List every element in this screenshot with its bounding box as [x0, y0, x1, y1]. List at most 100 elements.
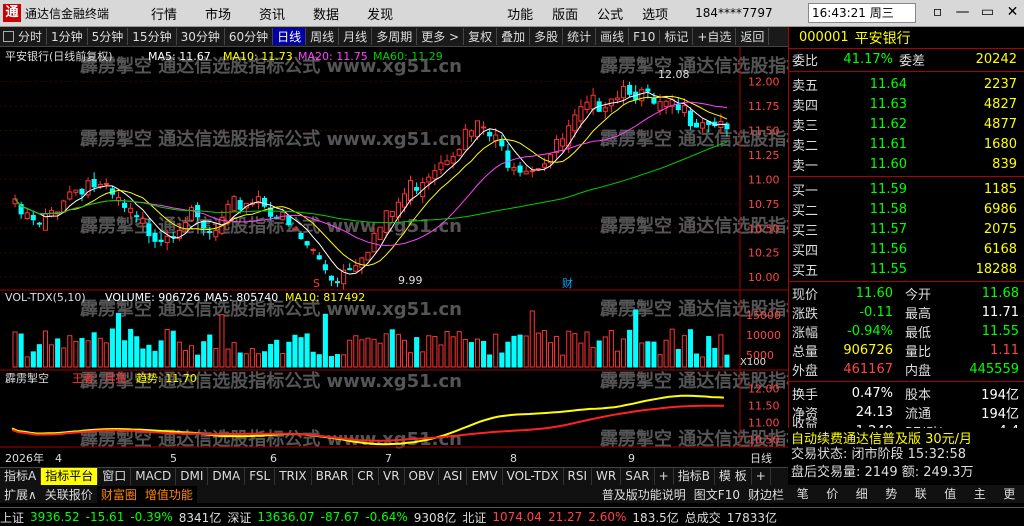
indicator-tab[interactable]: TRIX	[275, 468, 312, 485]
extension-right-item[interactable]: 财边栏	[744, 486, 788, 503]
volume-bar	[620, 338, 627, 368]
toolbar-item-11[interactable]: 复权	[464, 28, 498, 45]
subscription-ad[interactable]: 自动续费通达信普及版 30元/月	[788, 428, 1024, 447]
asks-volume: 4877	[983, 116, 1017, 132]
toolbar-item-13[interactable]: 多股	[530, 28, 564, 45]
volume-bar	[414, 337, 420, 368]
detail-tab[interactable]: 更	[1003, 485, 1015, 503]
candle-body	[389, 211, 395, 217]
toolbar-item-12[interactable]: 叠加	[497, 28, 531, 45]
extension-item[interactable]: 财富圈	[96, 485, 141, 503]
toolbar-item-14[interactable]: 统计	[563, 28, 597, 45]
stat-label: 涨跌	[792, 307, 819, 322]
menu-item-function[interactable]: 功能	[507, 4, 533, 23]
detail-tab[interactable]: 联	[915, 485, 927, 503]
indicator-tab[interactable]: SAR	[621, 468, 655, 485]
menu-item-market[interactable]: 市场	[205, 4, 231, 23]
close-icon[interactable]: ✕	[1000, 4, 1024, 20]
toolbar-item-10[interactable]: 更多 >	[417, 28, 465, 45]
period-toolbar: 分时 1分钟 5分钟 15分钟 30分钟 60分钟 日线 周线 月线 多周期 更多 > 复权 叠加 多股统…	[0, 27, 788, 47]
indicator-tab[interactable]: ASI	[439, 468, 468, 485]
detail-tab[interactable]: 主	[974, 485, 986, 503]
indicator-tab[interactable]: BRAR	[312, 468, 354, 485]
indicator-tab[interactable]: 指标平台	[41, 468, 99, 485]
indicator-tab[interactable]: DMA	[208, 468, 246, 485]
volume-bar	[347, 339, 353, 368]
indicator-tab[interactable]: RSI	[564, 468, 593, 485]
bids-row: 买五 11.55 18288	[789, 259, 1024, 279]
extension-right-item[interactable]: 普及版功能说明	[598, 486, 690, 503]
toolbar-item-18[interactable]: +自选	[693, 28, 737, 45]
menu-item-quotes[interactable]: 行情	[151, 4, 177, 23]
detail-tab[interactable]: 势	[885, 485, 897, 503]
volume-bar	[554, 335, 560, 368]
event-marker[interactable]: S	[313, 277, 320, 290]
stat-row: 涨跌 -0.11 最高 11.71	[789, 303, 1024, 322]
volume-tick: 15000	[746, 309, 781, 322]
indicator-tab[interactable]: 模 板	[715, 468, 752, 485]
indicator-tab[interactable]: +	[655, 468, 674, 485]
menu-item-data[interactable]: 数据	[313, 4, 339, 23]
finance-marker[interactable]: 财	[562, 276, 573, 290]
extension-item[interactable]: 增值功能	[140, 485, 197, 503]
extension-right-item[interactable]: 图文F10	[690, 486, 744, 503]
indicator-tab[interactable]: EMV	[467, 468, 503, 485]
ma-label: MA5: 11.67	[148, 50, 211, 63]
toolbar-item-0[interactable]: 分时	[14, 28, 48, 45]
indicator-tab[interactable]: WR	[592, 468, 622, 485]
indicator-tab[interactable]: +	[752, 468, 771, 485]
toolbar-item-2[interactable]: 5分钟	[88, 28, 129, 45]
toolbar-item-9[interactable]: 多周期	[372, 28, 418, 45]
toolbar-item-8[interactable]: 月线	[339, 28, 373, 45]
detail-tab[interactable]: 值	[944, 485, 956, 503]
maximize-icon[interactable]: ▭	[975, 4, 1000, 20]
indicator-tab[interactable]: DMI	[176, 468, 209, 485]
indicator-tab[interactable]: VOL-TDX	[503, 468, 564, 485]
extension-item[interactable]: 关联报价	[41, 486, 97, 503]
candle-body	[298, 232, 304, 240]
menu-item-layout[interactable]: 版面	[552, 4, 578, 23]
candle-body	[456, 148, 462, 156]
minimize-icon[interactable]: —	[950, 4, 975, 20]
toolbar-item-1[interactable]: 1分钟	[47, 28, 88, 45]
chart-area[interactable]: 霹雳掣空 通达信选股指标公式 www.xg51.cn 霹雳掣空 通达信选股指标公式…	[0, 47, 788, 467]
detail-tab[interactable]: 价	[826, 485, 838, 503]
bids-row: 买三 11.57 2075	[789, 219, 1024, 239]
restore-icon[interactable]: ▫	[925, 4, 950, 20]
detail-tab[interactable]: 笔	[797, 485, 809, 503]
indicator-tab[interactable]: CR	[353, 468, 379, 485]
extension-item[interactable]: 扩展∧	[0, 486, 41, 503]
toolbar-item-3[interactable]: 15分钟	[128, 28, 177, 45]
high-label: 12.08	[658, 68, 690, 81]
toolbar-item-5[interactable]: 60分钟	[225, 28, 274, 45]
volume-bar	[231, 342, 237, 368]
candle-body	[663, 100, 669, 108]
toolbar-item-4[interactable]: 30分钟	[177, 28, 225, 45]
volume-bar	[450, 336, 456, 368]
menu-item-news[interactable]: 资讯	[259, 4, 285, 23]
volume-bar	[547, 342, 554, 368]
indicator-tab[interactable]: VR	[379, 468, 405, 485]
user-id[interactable]: 184****7797	[695, 6, 772, 20]
menu-item-discover[interactable]: 发现	[367, 4, 393, 23]
toolbar-item-19[interactable]: 返回	[736, 28, 770, 45]
indicator-tab[interactable]: 窗口	[98, 468, 132, 485]
indicator-tab[interactable]: FSL	[245, 468, 276, 485]
stat-label: 今开	[905, 288, 932, 303]
toolbar-item-15[interactable]: 画线	[596, 28, 630, 45]
menu-item-formula[interactable]: 公式	[597, 4, 623, 23]
toolbar-checkbox[interactable]	[3, 31, 14, 42]
toolbar-item-16[interactable]: F10	[629, 29, 661, 44]
stat-label: 涨幅	[792, 326, 819, 341]
indicator-tab[interactable]: MACD	[131, 468, 177, 485]
detail-tab[interactable]: 细	[856, 485, 868, 503]
stat-value: 11.68	[981, 286, 1019, 301]
toolbar-item-7[interactable]: 周线	[306, 28, 340, 45]
indicator-tab[interactable]: 指标A	[0, 468, 42, 485]
menu-item-options[interactable]: 选项	[642, 4, 668, 23]
candle-body	[97, 183, 103, 188]
indicator-tab[interactable]: OBV	[405, 468, 440, 485]
toolbar-item-6[interactable]: 日线	[273, 28, 307, 45]
toolbar-item-17[interactable]: 标记	[660, 28, 694, 45]
indicator-tab[interactable]: 指标B	[674, 468, 715, 485]
